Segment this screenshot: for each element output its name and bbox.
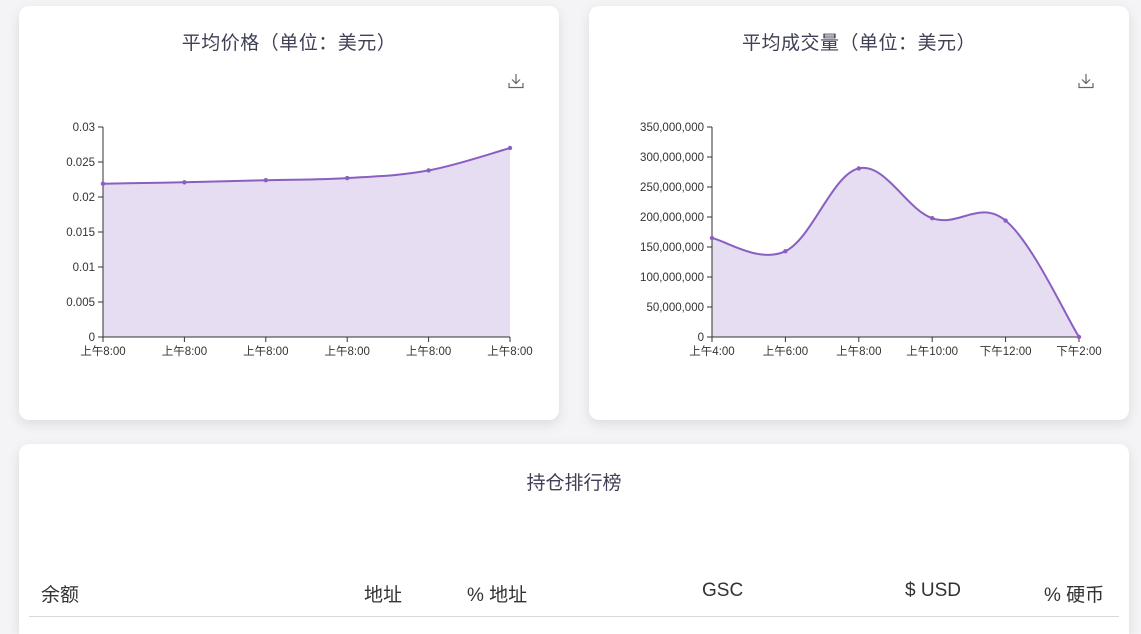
price-y-tick-label: 0.005 xyxy=(66,297,95,309)
volume-x-tick-label: 上午8:00 xyxy=(836,345,881,358)
price-y-tick-label: 0.025 xyxy=(66,157,95,169)
volume-x-tick-label: 上午10:00 xyxy=(906,345,958,358)
volume-data-point[interactable] xyxy=(709,235,715,241)
price-y-tick-label: 0 xyxy=(89,332,95,344)
volume-y-tick-label: 50,000,000 xyxy=(646,302,704,314)
price-y-tick-label: 0.02 xyxy=(73,192,95,204)
column-header-coin-percent[interactable]: % 硬币 xyxy=(1044,580,1104,607)
price-x-tick-label: 上午8:00 xyxy=(162,345,207,358)
volume-data-point[interactable] xyxy=(930,216,935,221)
volume-data-point[interactable] xyxy=(1076,334,1082,340)
volume-y-tick-label: 150,000,000 xyxy=(640,242,704,254)
price-area-fill xyxy=(103,148,510,337)
column-header-gsc[interactable]: GSC xyxy=(702,580,743,602)
volume-y-tick-label: 300,000,000 xyxy=(640,152,704,164)
volume-x-tick-label: 下午12:00 xyxy=(980,345,1032,358)
volume-y-tick-label: 350,000,000 xyxy=(640,122,704,134)
price-data-point[interactable] xyxy=(507,145,513,151)
volume-data-point[interactable] xyxy=(783,249,788,254)
column-header-balance[interactable]: 余额 xyxy=(41,580,79,607)
volume-x-tick-label: 下午2:00 xyxy=(1056,345,1101,358)
volume-chart-card: 平均成交量（单位：美元） 0 50,000,000 100,000,000 150,0… xyxy=(589,6,1129,420)
price-chart-card: 平均价格（单位：美元） 0 0.005 0.01 0.015 0.02 0.025 0.03… xyxy=(19,6,559,420)
volume-y-tick-label: 0 xyxy=(698,332,704,344)
column-header-address-percent[interactable]: % 地址 xyxy=(467,580,527,607)
price-data-point[interactable] xyxy=(263,178,268,183)
holders-ranking-card: 持仓排行榜 余额 地址 % 地址 GSC $ USD % 硬币 xyxy=(19,444,1129,634)
price-y-tick-label: 0.015 xyxy=(66,227,95,239)
holders-title: 持仓排行榜 xyxy=(526,472,622,494)
price-data-point[interactable] xyxy=(182,180,187,185)
column-header-usd[interactable]: $ USD xyxy=(905,580,961,602)
volume-y-tick-label: 200,000,000 xyxy=(640,212,704,224)
column-header-address[interactable]: 地址 xyxy=(364,580,402,607)
volume-x-tick-label: 上午6:00 xyxy=(763,345,808,358)
volume-y-tick-label: 250,000,000 xyxy=(640,182,704,194)
price-x-tick-label: 上午8:00 xyxy=(487,345,532,358)
price-y-tick-label: 0.01 xyxy=(73,262,95,274)
price-data-point[interactable] xyxy=(100,181,106,186)
price-x-tick-label: 上午8:00 xyxy=(406,345,451,358)
table-header-divider xyxy=(29,616,1119,617)
price-y-tick-label: 0.03 xyxy=(73,122,95,134)
volume-data-point[interactable] xyxy=(1003,218,1008,223)
price-x-tick-label: 上午8:00 xyxy=(243,345,288,358)
volume-x-tick-label: 上午4:00 xyxy=(689,345,734,358)
volume-data-point[interactable] xyxy=(856,166,861,171)
price-data-point[interactable] xyxy=(345,175,350,181)
volume-chart: 0 50,000,000 100,000,000 150,000,000 200,000… xyxy=(640,122,1102,358)
price-chart: 0 0.005 0.01 0.015 0.02 0.025 0.03 上午8:00 上午8:00… xyxy=(66,122,532,358)
volume-area-fill xyxy=(712,167,1079,337)
volume-y-tick-label: 100,000,000 xyxy=(640,272,704,284)
price-data-point[interactable] xyxy=(426,168,431,173)
price-x-tick-label: 上午8:00 xyxy=(325,345,370,358)
price-x-tick-label: 上午8:00 xyxy=(80,345,125,358)
